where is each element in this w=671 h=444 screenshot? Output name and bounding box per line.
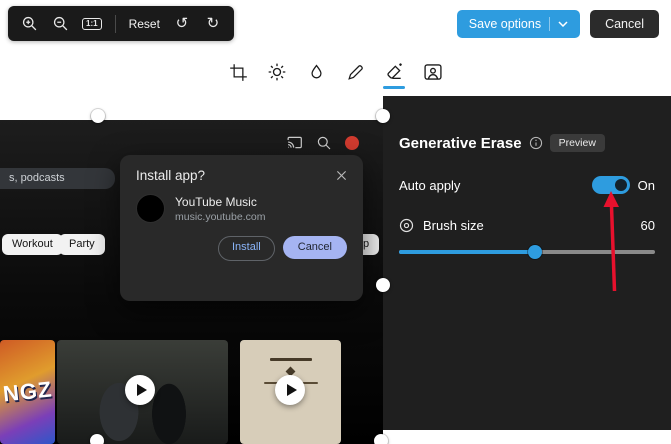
panel-title: Generative Erase	[399, 134, 522, 152]
handle-dot[interactable]	[374, 434, 388, 444]
avatar	[345, 135, 359, 150]
cancel-button[interactable]: Cancel	[590, 10, 659, 38]
dialog-cancel-button: Cancel	[282, 236, 347, 259]
dialog-title: Install app?	[136, 168, 206, 183]
slider-fill	[399, 250, 535, 254]
pen-icon	[347, 64, 363, 80]
dialog-install-button: Install	[218, 236, 275, 261]
handle-dot[interactable]	[376, 278, 390, 292]
thumbnail-graffiti: NGZ	[0, 340, 55, 444]
chip-party: Party	[59, 234, 105, 255]
sun-icon	[268, 63, 286, 81]
auto-apply-toggle[interactable]	[591, 176, 630, 194]
play-button-icon	[275, 375, 305, 405]
top-actions: Save options Cancel	[456, 10, 659, 38]
split-divider	[549, 17, 551, 31]
erase-tool-button[interactable]	[381, 58, 407, 89]
app-url: music.youtube.com	[175, 210, 266, 223]
photo-canvas[interactable]: s, podcasts Workout Party Sleep Install …	[0, 120, 383, 444]
graffiti-text: NGZ	[1, 376, 54, 407]
chevron-down-icon	[558, 21, 568, 27]
filter-tool-button[interactable]	[303, 58, 329, 86]
auto-apply-state: On	[637, 177, 655, 193]
handle-dot[interactable]	[90, 434, 104, 444]
crop-tool-button[interactable]	[225, 58, 251, 86]
video-thumbnails-row: NGZ	[0, 340, 383, 444]
thumbnail-video	[57, 340, 228, 444]
zoom-in-button[interactable]	[20, 13, 38, 35]
toggle-knob	[614, 179, 627, 191]
info-icon[interactable]	[529, 136, 543, 150]
yt-search-bar: s, podcasts	[0, 168, 115, 189]
brush-size-value: 60	[640, 217, 655, 233]
eraser-icon	[387, 63, 402, 79]
zoom-toolbar: 1:1 Reset ↺ ↻	[8, 6, 234, 41]
zoom-out-icon	[53, 16, 67, 31]
zoom-in-icon	[22, 16, 36, 31]
save-options-button[interactable]: Save options	[456, 10, 581, 38]
yt-header-icons	[286, 134, 359, 151]
background-tool-button[interactable]	[420, 58, 446, 86]
undo-button[interactable]: ↺	[173, 13, 191, 35]
filter-droplet-icon	[310, 63, 322, 78]
ornament-bar	[270, 358, 312, 361]
brush-size-slider[interactable]	[399, 244, 655, 260]
brush-size-label: Brush size	[423, 217, 484, 233]
search-icon	[317, 136, 331, 149]
install-app-dialog: Install app? YouTube Music music.youtube…	[120, 155, 363, 301]
background-person-icon	[424, 64, 442, 80]
slider-knob[interactable]	[527, 245, 542, 259]
redo-button[interactable]: ↻	[204, 13, 222, 35]
brush-size-icon	[399, 218, 414, 233]
actual-size-button[interactable]: 1:1	[82, 13, 102, 35]
save-options-label: Save options	[468, 17, 542, 31]
actual-size-icon: 1:1	[82, 17, 102, 30]
crop-icon	[229, 63, 247, 81]
handle-dot[interactable]	[91, 109, 105, 123]
zoom-out-button[interactable]	[51, 13, 69, 35]
preview-badge: Preview	[549, 134, 605, 152]
handle-dot[interactable]	[376, 109, 390, 123]
adjustment-tool-button[interactable]	[264, 58, 290, 86]
youtube-music-app-icon	[136, 194, 165, 223]
toolbar-divider	[114, 14, 116, 33]
close-icon	[336, 170, 347, 181]
cast-icon	[287, 136, 302, 149]
generative-erase-panel: Generative Erase Preview Auto apply On B…	[383, 96, 671, 430]
chip-workout: Workout	[2, 234, 63, 255]
app-name: YouTube Music	[175, 194, 257, 209]
thumbnail-ornate	[240, 340, 341, 444]
photo-editor-window: 1:1 Reset ↺ ↻ Save options Cancel s, pod…	[0, 0, 671, 444]
auto-apply-label: Auto apply	[399, 177, 461, 193]
markup-tool-button[interactable]	[342, 58, 368, 86]
reset-button[interactable]: Reset	[129, 13, 160, 35]
play-button-icon	[125, 375, 155, 405]
yt-search-text: s, podcasts	[9, 172, 65, 184]
